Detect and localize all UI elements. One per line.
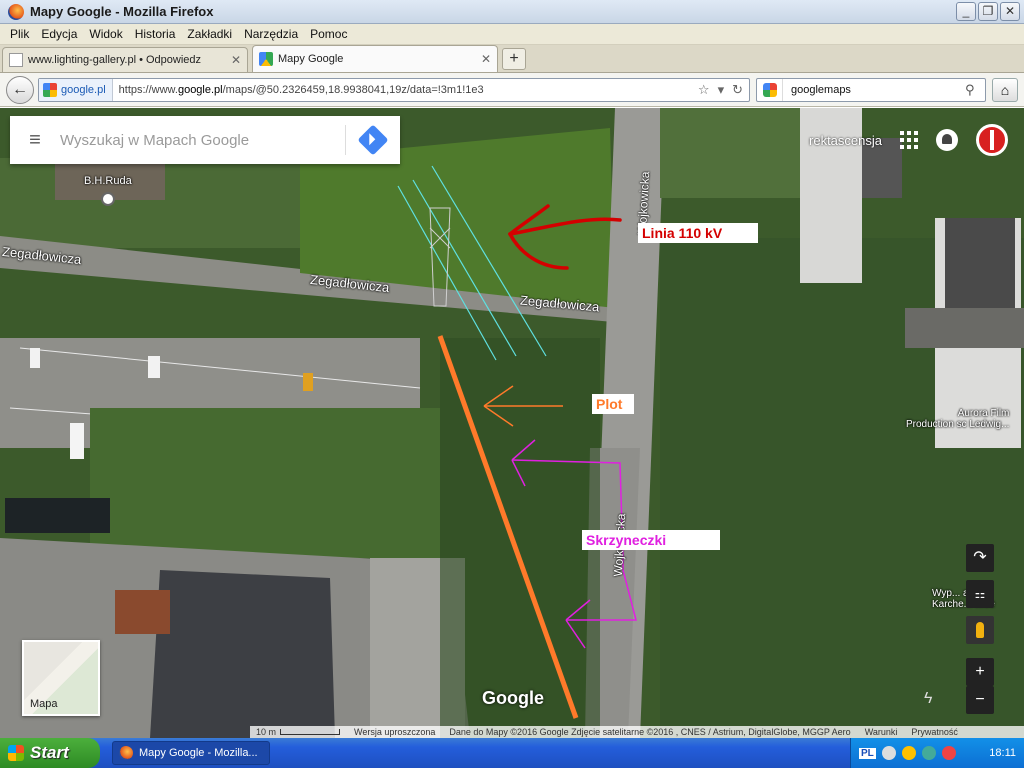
terms-link[interactable]: Warunki — [865, 727, 898, 737]
pegman-icon[interactable] — [966, 616, 994, 644]
annotation-skrzyneczki: Skrzyneczki — [582, 530, 720, 550]
menu-widok[interactable]: Widok — [83, 27, 128, 41]
google-favicon-icon — [43, 83, 57, 97]
tab-label: Mapy Google — [278, 53, 344, 65]
tab-mapy-google[interactable]: Mapy Google ✕ — [252, 45, 498, 72]
windows-flag-icon — [8, 745, 24, 761]
profile-avatar[interactable] — [976, 124, 1008, 156]
menu-pomoc[interactable]: Pomoc — [304, 27, 353, 41]
site-identity[interactable]: google.pl — [39, 79, 113, 101]
tray-network-icon[interactable] — [921, 746, 936, 760]
navigation-bar: ← google.pl https://www.google.pl/maps/@… — [0, 73, 1024, 107]
menu-edycja[interactable]: Edycja — [35, 27, 83, 41]
map-canvas[interactable]: ≡ B.H.Ruda Zegadłowicza Zegadłowicza Zeg… — [0, 108, 1024, 738]
zoom-out-button[interactable]: − — [966, 686, 994, 714]
account-link[interactable]: rektascensja — [809, 133, 882, 148]
satellite-imagery — [0, 108, 1024, 738]
directions-button[interactable] — [346, 124, 400, 156]
map-data-attribution: Dane do Mapy ©2016 Google Zdjęcie sateli… — [449, 727, 851, 737]
url-text[interactable]: https://www.google.pl/maps/@50.2326459,1… — [113, 84, 698, 96]
search-engine-selector[interactable] — [757, 79, 783, 101]
reload-icon[interactable]: ↻ — [732, 82, 743, 98]
apps-grid-icon[interactable] — [900, 131, 918, 149]
zoom-in-button[interactable]: + — [966, 658, 994, 686]
language-indicator[interactable]: PL — [859, 747, 876, 759]
tab-bar: www.lighting-gallery.pl • Odpowiedz ✕ Ma… — [0, 45, 1024, 73]
place-label-aurora[interactable]: Aurora Film Production sc Ledwig... — [906, 408, 1009, 430]
account-area: rektascensja — [809, 124, 1008, 156]
tray-arrow-icon[interactable] — [881, 746, 896, 760]
back-button[interactable]: ← — [6, 76, 34, 104]
directions-icon — [357, 124, 389, 156]
attribution-bar: 10 m Wersja uproszczona Dane do Mapy ©20… — [250, 726, 1024, 738]
map-type-label: Mapa — [30, 698, 58, 710]
tab-label: www.lighting-gallery.pl • Odpowiedz — [28, 54, 202, 66]
privacy-link[interactable]: Prywatność — [911, 727, 958, 737]
search-bar-text[interactable]: googlemaps — [783, 84, 965, 96]
page-icon — [9, 53, 23, 67]
google-icon — [762, 83, 777, 97]
map-type-toggle[interactable]: Mapa — [22, 640, 100, 716]
clock: 18:11 — [989, 747, 1016, 759]
annotation-linia-110kv: Linia 110 kV — [638, 223, 758, 243]
scale-label[interactable]: 10 m — [256, 727, 341, 737]
annotation-plot: Plot — [592, 394, 634, 414]
tray-security-icon[interactable] — [901, 746, 916, 760]
menu-bar: Plik Edycja Widok Historia Zakładki Narz… — [0, 24, 1024, 45]
google-maps-icon — [259, 52, 273, 66]
minimize-button[interactable]: _ — [956, 2, 976, 21]
new-tab-button[interactable]: + — [502, 48, 526, 70]
menu-historia[interactable]: Historia — [129, 27, 182, 41]
window-titlebar: Mapy Google - Mozilla Firefox _ ❐ ✕ — [0, 0, 1024, 24]
tab-lighting-gallery[interactable]: www.lighting-gallery.pl • Odpowiedz ✕ — [2, 47, 248, 72]
firefox-icon — [8, 3, 24, 20]
lite-mode-link[interactable]: Wersja uproszczona — [354, 727, 435, 737]
taskbar-item-label: Mapy Google - Mozilla... — [139, 747, 258, 759]
bookmark-star-icon[interactable]: ☆ — [698, 82, 710, 98]
menu-narzedzia[interactable]: Narzędzia — [238, 27, 304, 41]
search-icon[interactable]: ⚲ — [965, 82, 985, 98]
place-marker-icon[interactable] — [101, 192, 115, 206]
dropdown-icon[interactable]: ▾ — [718, 82, 725, 98]
start-label: Start — [30, 743, 69, 762]
menu-icon[interactable]: ≡ — [10, 129, 60, 152]
tilt-button[interactable]: ⚏ — [966, 580, 994, 608]
rotate-button[interactable]: ↷ — [966, 544, 994, 572]
menu-plik[interactable]: Plik — [4, 27, 35, 41]
start-button[interactable]: Start — [0, 738, 100, 768]
close-icon[interactable]: ✕ — [481, 52, 491, 66]
taskbar: Start Mapy Google - Mozilla... PL 18:11 — [0, 738, 1024, 768]
lightning-icon[interactable]: ϟ — [924, 690, 932, 708]
scale-bar — [280, 729, 341, 735]
maps-search-box: ≡ — [10, 116, 400, 164]
home-button[interactable]: ⌂ — [992, 78, 1018, 102]
identity-label: google.pl — [61, 84, 106, 96]
url-bar[interactable]: google.pl https://www.google.pl/maps/@50… — [38, 78, 750, 102]
firefox-icon — [119, 746, 133, 760]
maximize-button[interactable]: ❐ — [978, 2, 998, 21]
screen: Mapy Google - Mozilla Firefox _ ❐ ✕ Plik… — [0, 0, 1024, 768]
close-icon[interactable]: ✕ — [231, 53, 241, 67]
window-controls: _ ❐ ✕ — [956, 2, 1020, 21]
close-button[interactable]: ✕ — [1000, 2, 1020, 21]
google-logo: Google — [482, 688, 544, 708]
search-bar[interactable]: googlemaps ⚲ — [756, 78, 986, 102]
maps-search-input[interactable] — [60, 131, 345, 149]
taskbar-item-firefox[interactable]: Mapy Google - Mozilla... — [112, 741, 270, 765]
place-label-bh-ruda[interactable]: B.H.Ruda — [84, 175, 132, 187]
system-tray: PL 18:11 — [850, 738, 1024, 768]
menu-zakladki[interactable]: Zakładki — [181, 27, 238, 41]
window-title: Mapy Google - Mozilla Firefox — [30, 4, 214, 19]
notifications-icon[interactable] — [936, 129, 958, 151]
tray-app-icon[interactable] — [941, 746, 956, 760]
